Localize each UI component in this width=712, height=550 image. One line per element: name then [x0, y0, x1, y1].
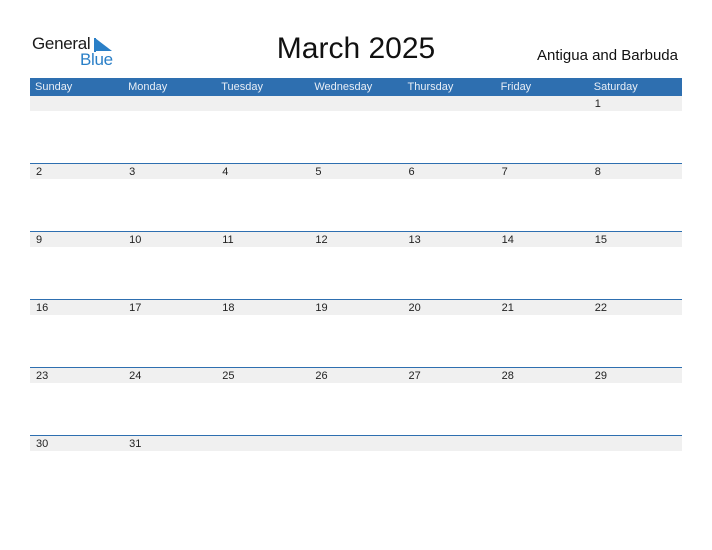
day-cell: 2 — [36, 166, 43, 178]
date-bar: 23 24 25 26 27 28 29 — [30, 368, 682, 383]
day-cell — [216, 436, 309, 451]
calendar-grid: 1 2 3 4 5 6 7 8 9 10 11 12 13 14 15 16 1… — [30, 96, 682, 503]
day-cell: 19 — [315, 302, 328, 314]
day-cell: 26 — [315, 370, 328, 382]
date-bar: 1 — [30, 96, 682, 111]
day-cell — [403, 96, 496, 111]
date-bar: 16 17 18 19 20 21 22 — [30, 300, 682, 315]
day-cell: 25 — [222, 370, 235, 382]
week-row: 2 3 4 5 6 7 8 — [30, 163, 682, 231]
day-cell: 4 — [222, 166, 229, 178]
day-cell — [216, 96, 309, 111]
day-cell: 8 — [594, 166, 601, 178]
day-cell — [309, 96, 402, 111]
weekday-header: Sunday Monday Tuesday Wednesday Thursday… — [30, 78, 682, 96]
date-bar: 2 3 4 5 6 7 8 — [30, 164, 682, 179]
day-cell: 30 — [36, 438, 49, 450]
day-cell — [496, 436, 589, 451]
day-cell: 16 — [36, 302, 49, 314]
day-cell: 6 — [408, 166, 415, 178]
date-bar: 9 10 11 12 13 14 15 — [30, 232, 682, 247]
day-cell — [589, 436, 682, 451]
weekday-sunday: Sunday — [35, 81, 73, 93]
week-row: 30 31 — [30, 435, 682, 503]
day-cell: 27 — [408, 370, 421, 382]
weekday-saturday: Saturday — [593, 81, 638, 93]
day-cell — [403, 436, 496, 451]
day-cell: 21 — [501, 302, 514, 314]
day-cell: 17 — [129, 302, 142, 314]
week-row: 16 17 18 19 20 21 22 — [30, 299, 682, 367]
day-cell — [496, 96, 589, 111]
day-cell: 11 — [222, 234, 234, 246]
day-cell — [123, 96, 216, 111]
week-row: 1 — [30, 96, 682, 163]
day-cell: 13 — [408, 234, 421, 246]
day-cell: 14 — [501, 234, 514, 246]
day-cell: 31 — [129, 438, 142, 450]
day-cell: 7 — [501, 166, 508, 178]
day-cell: 10 — [129, 234, 142, 246]
day-cell: 29 — [594, 370, 607, 382]
weekday-thursday: Thursday — [407, 81, 454, 93]
day-cell — [309, 436, 402, 451]
weekday-friday: Friday — [500, 81, 532, 93]
day-cell: 23 — [36, 370, 49, 382]
day-cell: 12 — [315, 234, 328, 246]
day-cell: 1 — [594, 98, 601, 110]
day-cell: 3 — [129, 166, 136, 178]
day-cell: 9 — [36, 234, 43, 246]
week-row: 9 10 11 12 13 14 15 — [30, 231, 682, 299]
country-label: Antigua and Barbuda — [537, 47, 678, 64]
weekday-tuesday: Tuesday — [221, 81, 264, 93]
day-cell: 15 — [594, 234, 607, 246]
day-cell: 18 — [222, 302, 235, 314]
date-bar: 30 31 — [30, 436, 682, 451]
day-cell: 28 — [501, 370, 514, 382]
day-cell: 24 — [129, 370, 142, 382]
day-cell: 22 — [594, 302, 607, 314]
day-cell: 20 — [408, 302, 421, 314]
week-row: 23 24 25 26 27 28 29 — [30, 367, 682, 435]
day-cell: 5 — [315, 166, 322, 178]
weekday-wednesday: Wednesday — [314, 81, 373, 93]
weekday-monday: Monday — [128, 81, 168, 93]
day-cell — [30, 96, 123, 111]
